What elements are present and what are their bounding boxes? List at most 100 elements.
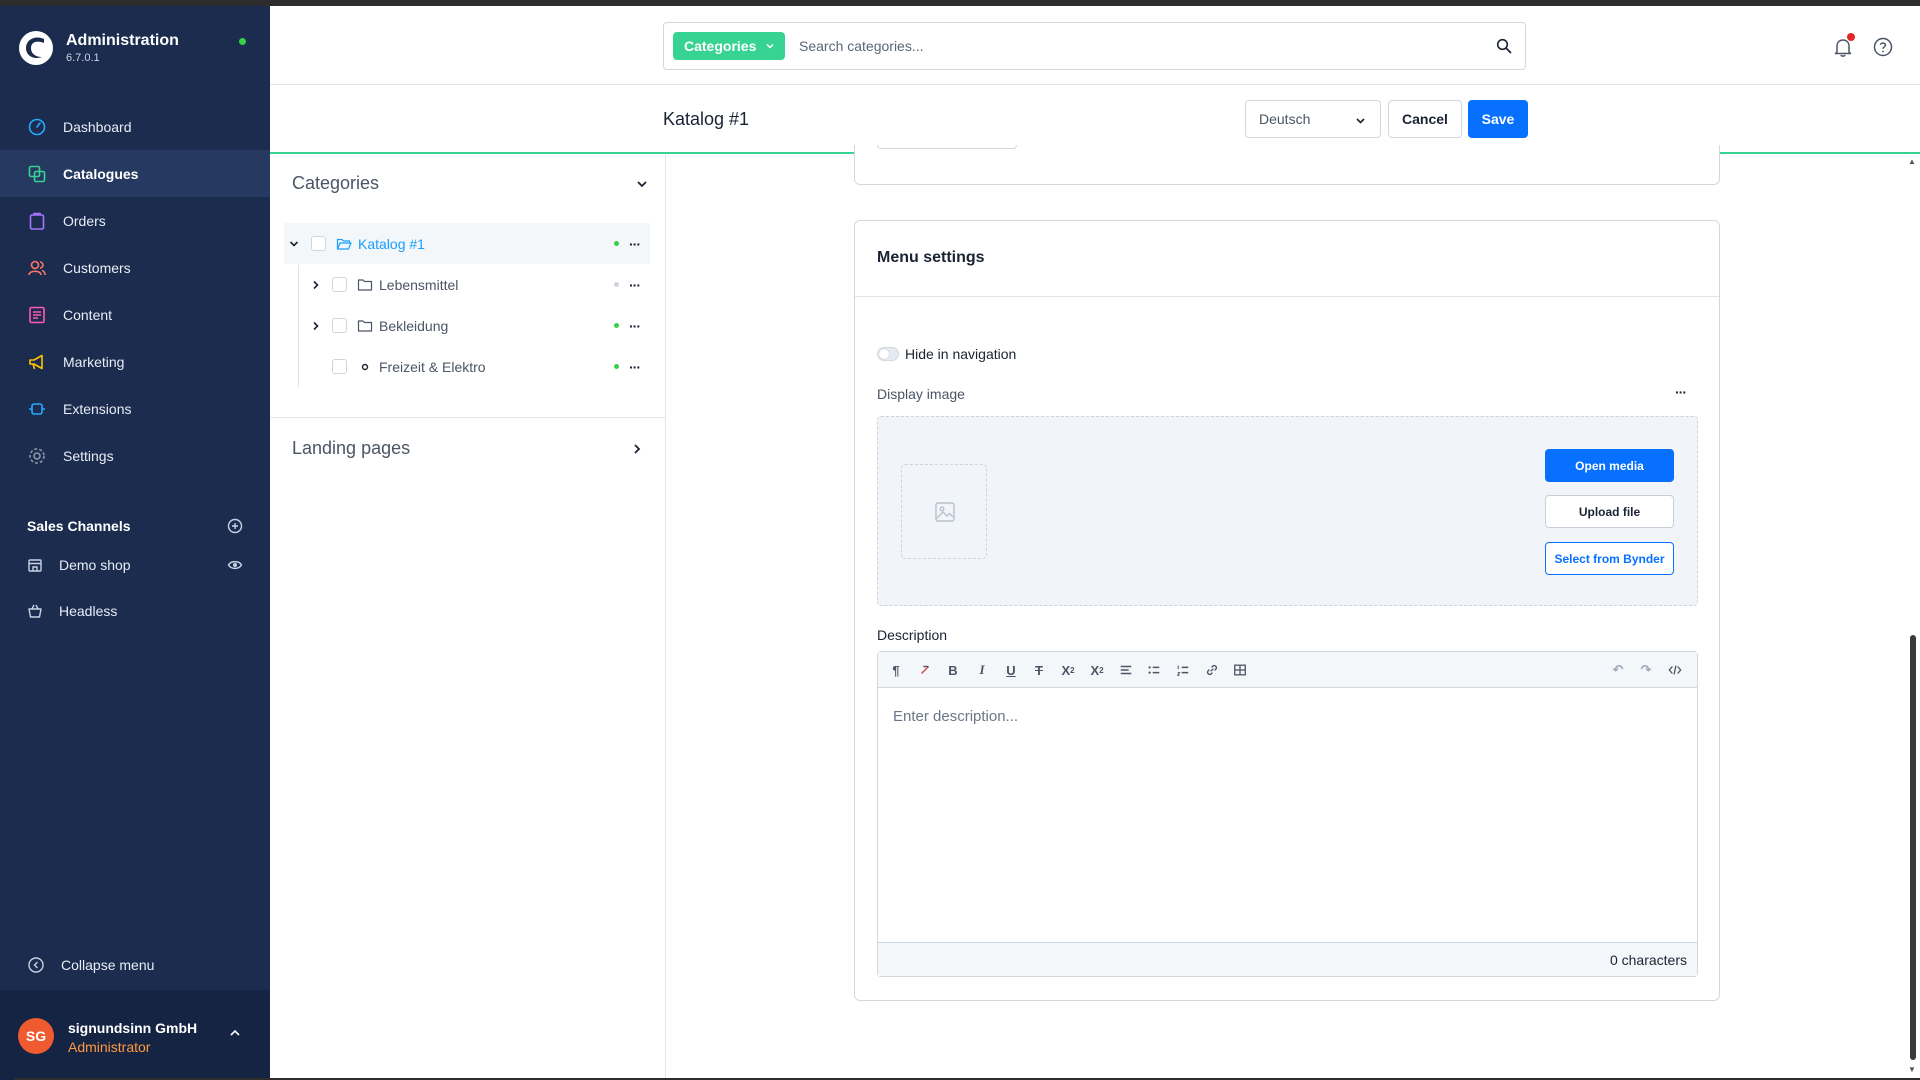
unordered-list-icon[interactable] bbox=[1146, 662, 1162, 678]
character-count: 0 characters bbox=[1609, 952, 1687, 968]
brand[interactable]: Administration 6.7.0.1 bbox=[18, 30, 179, 66]
link-icon[interactable] bbox=[1204, 662, 1220, 678]
description-textarea[interactable]: Enter description... bbox=[893, 708, 1673, 908]
scroll-up-icon[interactable]: ▲ bbox=[1908, 157, 1916, 166]
upload-file-button[interactable]: Upload file bbox=[1545, 495, 1674, 528]
tree-item-bekleidung[interactable]: Bekleidung ··· bbox=[284, 305, 650, 346]
collapse-icon bbox=[28, 957, 44, 973]
editor-toolbar: ¶ B I U T X2 X2 ↶ ↷ bbox=[878, 652, 1697, 688]
hide-in-navigation-toggle[interactable] bbox=[877, 347, 899, 361]
global-search: Categories bbox=[663, 22, 1526, 70]
collapse-menu-button[interactable]: Collapse menu bbox=[27, 956, 154, 974]
more-actions-icon[interactable]: ··· bbox=[629, 277, 641, 293]
chevron-down-icon bbox=[1356, 118, 1365, 124]
more-actions-icon[interactable]: ··· bbox=[629, 236, 641, 252]
sidebar: Administration 6.7.0.1 Dashboard Catalog… bbox=[0, 6, 270, 1080]
brand-title: Administration bbox=[66, 32, 179, 49]
nav-item-content[interactable]: Content bbox=[0, 291, 270, 338]
chevron-right-icon[interactable] bbox=[310, 279, 322, 291]
remove-format-icon[interactable] bbox=[917, 662, 933, 678]
catalogue-icon bbox=[28, 165, 46, 182]
redo-icon[interactable]: ↷ bbox=[1638, 662, 1654, 678]
nav-item-marketing[interactable]: Marketing bbox=[0, 338, 270, 385]
category-panel: Categories Katalog #1 ··· Lebensmittel ·… bbox=[270, 155, 666, 1080]
categories-section-header[interactable]: Categories bbox=[292, 173, 649, 194]
eye-icon[interactable] bbox=[227, 557, 243, 573]
code-view-icon[interactable] bbox=[1667, 662, 1683, 678]
user-menu[interactable]: SG signundsinn GmbH Administrator bbox=[0, 990, 270, 1080]
folder-icon bbox=[357, 319, 373, 332]
ordered-list-icon[interactable] bbox=[1175, 662, 1191, 678]
chevron-down-icon[interactable] bbox=[288, 238, 300, 250]
more-actions-icon[interactable]: ··· bbox=[1675, 384, 1687, 400]
customers-icon bbox=[28, 260, 46, 275]
content-scrollbar[interactable]: ▲ ▼ bbox=[1908, 155, 1918, 1080]
tree-item-checkbox[interactable] bbox=[332, 277, 347, 292]
underline-icon[interactable]: U bbox=[1003, 662, 1019, 678]
user-role: Administrator bbox=[68, 1039, 151, 1055]
scroll-thumb[interactable] bbox=[1910, 635, 1916, 1060]
nav-item-orders[interactable]: Orders bbox=[0, 197, 270, 244]
nav-item-extensions[interactable]: Extensions bbox=[0, 385, 270, 432]
page-title: Katalog #1 bbox=[663, 109, 750, 129]
search-type-selector[interactable]: Categories bbox=[673, 32, 785, 60]
more-actions-icon[interactable]: ··· bbox=[629, 318, 641, 334]
tree-item-freizeit-elektro[interactable]: Freizeit & Elektro ··· bbox=[284, 346, 650, 387]
collapse-menu-label: Collapse menu bbox=[61, 957, 155, 973]
chevron-up-icon[interactable] bbox=[228, 1026, 242, 1040]
sales-channel-label: Demo shop bbox=[59, 557, 131, 573]
sales-channels-title: Sales Channels bbox=[27, 518, 131, 534]
paragraph-icon[interactable]: ¶ bbox=[888, 662, 904, 678]
tree-item-lebensmittel[interactable]: Lebensmittel ··· bbox=[284, 264, 650, 305]
media-upload-area[interactable]: Open media Upload file Select from Bynde… bbox=[877, 416, 1698, 606]
tree-item-checkbox[interactable] bbox=[311, 236, 326, 251]
undo-icon[interactable]: ↶ bbox=[1610, 662, 1626, 678]
user-name: signundsinn GmbH bbox=[68, 1020, 198, 1036]
sales-channels-header: Sales Channels bbox=[27, 518, 243, 534]
category-tree: Katalog #1 ··· Lebensmittel ··· Bekleidu… bbox=[284, 223, 650, 387]
cancel-button[interactable]: Cancel bbox=[1388, 100, 1462, 138]
more-actions-icon[interactable]: ··· bbox=[629, 359, 641, 375]
tree-item-checkbox[interactable] bbox=[332, 318, 347, 333]
search-icon[interactable] bbox=[1496, 38, 1512, 54]
nav-item-catalogues[interactable]: Catalogues bbox=[0, 150, 270, 197]
select-from-bynder-button[interactable]: Select from Bynder bbox=[1545, 542, 1674, 575]
search-input[interactable] bbox=[799, 33, 1479, 59]
hide-in-navigation-toggle-row[interactable]: Hide in navigation bbox=[877, 346, 1016, 362]
nav-item-settings[interactable]: Settings bbox=[0, 432, 270, 479]
chevron-right-icon bbox=[634, 443, 641, 454]
italic-icon[interactable]: I bbox=[974, 662, 990, 678]
editor-footer: 0 characters bbox=[878, 942, 1697, 976]
nav-item-dashboard[interactable]: Dashboard bbox=[0, 103, 270, 150]
orders-icon bbox=[29, 212, 45, 230]
card-title: Menu settings bbox=[877, 249, 985, 266]
chevron-right-icon[interactable] bbox=[310, 320, 322, 332]
avatar: SG bbox=[18, 1018, 54, 1054]
subscript-icon[interactable]: X2 bbox=[1089, 662, 1105, 678]
category-detail-content: Menu settings Hide in navigation Display… bbox=[667, 145, 1907, 1080]
nav-item-label: Customers bbox=[63, 259, 131, 276]
toggle-label: Hide in navigation bbox=[905, 346, 1017, 362]
align-icon[interactable] bbox=[1118, 662, 1134, 678]
nav-item-label: Settings bbox=[63, 447, 114, 464]
bold-icon[interactable]: B bbox=[945, 662, 961, 678]
nav-item-customers[interactable]: Customers bbox=[0, 244, 270, 291]
scroll-down-icon[interactable]: ▼ bbox=[1908, 1065, 1916, 1074]
tree-connector-line bbox=[298, 265, 299, 387]
active-status-dot bbox=[614, 323, 619, 328]
language-value: Deutsch bbox=[1259, 111, 1311, 127]
sales-channel-headless[interactable]: Headless bbox=[27, 603, 243, 619]
strikethrough-icon[interactable]: T bbox=[1031, 662, 1047, 678]
storefront-icon bbox=[28, 559, 42, 572]
landing-pages-section-header[interactable]: Landing pages bbox=[292, 438, 644, 459]
help-icon[interactable] bbox=[1872, 36, 1894, 58]
table-icon[interactable] bbox=[1232, 662, 1248, 678]
tree-item-checkbox[interactable] bbox=[332, 359, 347, 374]
superscript-icon[interactable]: X2 bbox=[1060, 662, 1076, 678]
tree-item-katalog[interactable]: Katalog #1 ··· bbox=[284, 223, 650, 264]
sales-channel-demo-shop[interactable]: Demo shop bbox=[27, 557, 243, 573]
open-media-button[interactable]: Open media bbox=[1545, 449, 1674, 482]
language-select[interactable]: Deutsch bbox=[1245, 100, 1381, 138]
add-sales-channel-icon[interactable] bbox=[227, 518, 243, 534]
save-button[interactable]: Save bbox=[1468, 100, 1528, 138]
